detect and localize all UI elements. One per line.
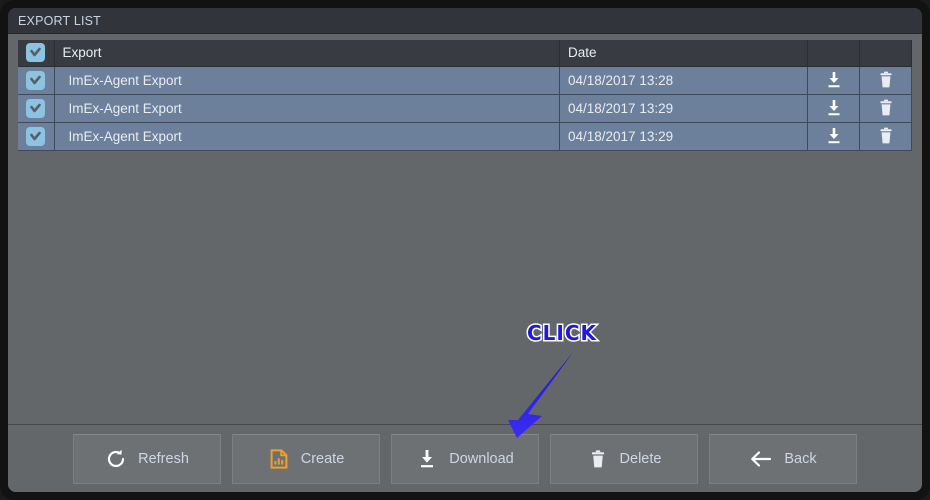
- table-row[interactable]: ImEx-Agent Export 04/18/2017 13:29: [18, 94, 912, 123]
- row-download-cell: [807, 122, 860, 151]
- panel-title-bar: EXPORT LIST: [8, 8, 922, 34]
- table-row[interactable]: ImEx-Agent Export 04/18/2017 13:29: [18, 122, 912, 151]
- download-button[interactable]: Download: [391, 433, 539, 484]
- checkmark-icon: [30, 103, 42, 112]
- table-header-row: Export Date: [18, 40, 912, 67]
- refresh-button[interactable]: Refresh: [73, 433, 221, 484]
- row-checkbox[interactable]: [26, 98, 46, 118]
- back-button[interactable]: Back: [709, 433, 857, 484]
- row-delete-cell: [859, 94, 912, 123]
- download-icon: [416, 448, 438, 470]
- trash-icon[interactable]: [860, 95, 911, 122]
- header-export-column[interactable]: Export: [54, 40, 560, 67]
- trash-icon[interactable]: [860, 67, 911, 94]
- refresh-button-label: Refresh: [138, 450, 189, 467]
- back-button-label: Back: [784, 450, 817, 467]
- header-select-all-cell: [18, 40, 55, 67]
- row-checkbox[interactable]: [26, 70, 46, 90]
- download-glyph: [828, 100, 839, 116]
- row-delete-cell: [859, 66, 912, 95]
- trash-glyph: [880, 127, 891, 144]
- row-export-name: ImEx-Agent Export: [54, 66, 560, 95]
- row-select-cell: [18, 94, 55, 123]
- row-export-name: ImEx-Agent Export: [54, 122, 560, 151]
- header-delete-column: [859, 40, 912, 67]
- row-export-date: 04/18/2017 13:28: [559, 66, 808, 95]
- row-export-date: 04/18/2017 13:29: [559, 94, 808, 123]
- export-table-header: Export Date: [18, 40, 912, 67]
- checkmark-icon: [30, 131, 42, 140]
- export-list-panel: EXPORT LIST Export Date ImEx-Agent Expor…: [8, 8, 922, 492]
- refresh-icon: [105, 448, 127, 470]
- trash-icon: [587, 448, 609, 470]
- delete-button[interactable]: Delete: [550, 433, 698, 484]
- create-button-label: Create: [300, 450, 345, 467]
- row-delete-cell: [859, 122, 912, 151]
- download-icon[interactable]: [808, 95, 859, 122]
- arrow-left-icon: [749, 448, 773, 470]
- download-glyph: [828, 128, 839, 144]
- row-download-cell: [807, 94, 860, 123]
- delete-button-label: Delete: [619, 450, 662, 467]
- download-icon[interactable]: [808, 123, 859, 150]
- page-title: EXPORT LIST: [18, 13, 102, 28]
- bottom-toolbar: Refresh Create Download Delete Back: [8, 424, 922, 492]
- download-icon[interactable]: [808, 67, 859, 94]
- application-frame: EXPORT LIST Export Date ImEx-Agent Expor…: [0, 0, 930, 500]
- download-glyph: [828, 72, 839, 88]
- trash-glyph: [880, 71, 891, 88]
- export-table-body: ImEx-Agent Export 04/18/2017 13:28 ImEx-…: [18, 66, 912, 151]
- row-checkbox[interactable]: [26, 126, 46, 146]
- create-document-chart-icon: [268, 448, 290, 470]
- row-select-cell: [18, 66, 55, 95]
- checkmark-icon: [30, 47, 42, 57]
- row-select-cell: [18, 122, 55, 151]
- table-row[interactable]: ImEx-Agent Export 04/18/2017 13:28: [18, 66, 912, 95]
- checkmark-icon: [30, 75, 42, 84]
- select-all-checkbox[interactable]: [26, 43, 46, 63]
- trash-glyph: [880, 99, 891, 116]
- row-export-date: 04/18/2017 13:29: [559, 122, 808, 151]
- header-download-column: [807, 40, 860, 67]
- trash-icon[interactable]: [860, 123, 911, 150]
- header-date-column[interactable]: Date: [559, 40, 808, 67]
- create-button[interactable]: Create: [232, 433, 380, 484]
- export-table: Export Date ImEx-Agent Export 04/18/2017…: [18, 40, 912, 151]
- export-table-area: Export Date ImEx-Agent Export 04/18/2017…: [8, 34, 922, 424]
- download-button-label: Download: [449, 450, 514, 467]
- row-export-name: ImEx-Agent Export: [54, 94, 560, 123]
- row-download-cell: [807, 66, 860, 95]
